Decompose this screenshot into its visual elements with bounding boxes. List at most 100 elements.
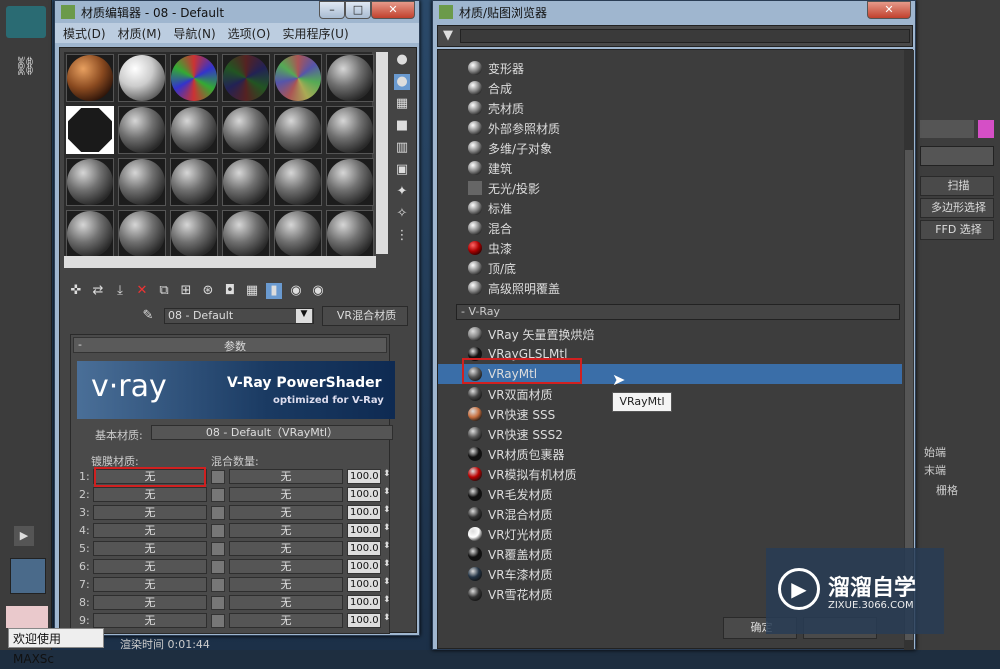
- poly-select-button[interactable]: 多边形选择: [920, 198, 994, 218]
- delete-icon[interactable]: ✕: [134, 283, 150, 299]
- make-preview-icon[interactable]: ▣: [394, 162, 410, 178]
- max-logo-icon[interactable]: [6, 6, 46, 38]
- sample-slot[interactable]: [274, 158, 322, 206]
- spinner-arrows-icon[interactable]: ⬍: [383, 559, 391, 569]
- blend-amount-spinner[interactable]: 100.0: [347, 559, 381, 574]
- put-to-scene-icon[interactable]: ⇄: [90, 283, 106, 299]
- sample-slot[interactable]: [326, 158, 374, 206]
- sample-slot[interactable]: [326, 210, 374, 258]
- grid-label[interactable]: 栅格: [936, 482, 958, 498]
- blend-map-button[interactable]: 无: [229, 613, 343, 628]
- make-unique-icon[interactable]: ⊞: [178, 283, 194, 299]
- material-type-item[interactable]: 顶/底: [438, 258, 902, 278]
- slots-vscrollbar[interactable]: [376, 52, 388, 254]
- coat-toggle-checkbox[interactable]: [211, 560, 225, 574]
- coat-material-button[interactable]: 无: [93, 577, 207, 592]
- menu-material[interactable]: 材质(M): [118, 25, 162, 42]
- options-icon[interactable]: ✦: [394, 184, 410, 200]
- sample-slot[interactable]: [170, 54, 218, 102]
- material-type-item[interactable]: 高级照明覆盖: [438, 278, 902, 298]
- spinner-arrows-icon[interactable]: ⬍: [383, 595, 391, 605]
- sample-slot[interactable]: [118, 158, 166, 206]
- browser-menu-icon[interactable]: ▼: [440, 28, 456, 44]
- sample-slot[interactable]: [274, 106, 322, 154]
- material-id-icon[interactable]: ◘: [222, 283, 238, 299]
- play-icon[interactable]: ▶: [14, 526, 34, 546]
- minimize-button[interactable]: –: [319, 1, 345, 19]
- coat-toggle-checkbox[interactable]: [211, 542, 225, 556]
- material-type-item[interactable]: 合成: [438, 78, 902, 98]
- blend-map-button[interactable]: 无: [229, 523, 343, 538]
- sample-slot[interactable]: [222, 54, 270, 102]
- sample-slot[interactable]: [222, 106, 270, 154]
- material-type-item[interactable]: 壳材质: [438, 98, 902, 118]
- scan-button[interactable]: 扫描: [920, 176, 994, 196]
- material-type-item[interactable]: 多维/子对象: [438, 138, 902, 158]
- coat-toggle-checkbox[interactable]: [211, 524, 225, 538]
- sample-slot[interactable]: [326, 106, 374, 154]
- material-type-item[interactable]: 标准: [438, 198, 902, 218]
- color-swatch-pink[interactable]: [978, 120, 994, 138]
- name-field[interactable]: [920, 120, 974, 138]
- backlight-icon[interactable]: ●: [394, 74, 410, 90]
- uv-tiling-icon[interactable]: ■: [394, 118, 410, 134]
- blend-amount-spinner[interactable]: 100.0: [347, 595, 381, 610]
- coat-toggle-checkbox[interactable]: [211, 488, 225, 502]
- coat-material-button[interactable]: 无: [93, 505, 207, 520]
- modifier-list[interactable]: [920, 146, 994, 166]
- rollout-header[interactable]: - 参数: [73, 337, 387, 353]
- material-type-button[interactable]: VR混合材质: [322, 306, 408, 326]
- material-type-item[interactable]: 建筑: [438, 158, 902, 178]
- sample-type-icon[interactable]: ●: [394, 52, 410, 68]
- close-button[interactable]: ✕: [371, 1, 415, 19]
- spinner-arrows-icon[interactable]: ⬍: [383, 487, 391, 497]
- sample-slot[interactable]: [66, 210, 114, 258]
- vray-material-item[interactable]: VRay 矢量置换烘焙: [438, 324, 902, 344]
- menu-utilities[interactable]: 实用程序(U): [282, 25, 348, 42]
- browser-close-button[interactable]: ✕: [867, 1, 911, 19]
- material-type-item[interactable]: 变形器: [438, 58, 902, 78]
- ffd-select-button[interactable]: FFD 选择: [920, 220, 994, 240]
- make-copy-icon[interactable]: ⧉: [156, 283, 172, 299]
- material-name-field[interactable]: 08 - Default: [164, 308, 314, 324]
- material-type-item[interactable]: 外部参照材质: [438, 118, 902, 138]
- coat-material-button[interactable]: 无: [93, 487, 207, 502]
- slots-hscrollbar[interactable]: [64, 256, 376, 268]
- coat-material-button[interactable]: 无: [93, 559, 207, 574]
- assign-to-selection-icon[interactable]: ⤓: [112, 283, 128, 299]
- coat-toggle-checkbox[interactable]: [211, 614, 225, 628]
- sample-slot[interactable]: [118, 54, 166, 102]
- show-map-icon[interactable]: ▦: [244, 283, 260, 299]
- vray-material-item[interactable]: VR快速 SSS2: [438, 424, 902, 444]
- spinner-arrows-icon[interactable]: ⬍: [383, 613, 391, 623]
- background-icon[interactable]: ▦: [394, 96, 410, 112]
- sample-slot[interactable]: [222, 210, 270, 258]
- sample-slot[interactable]: [274, 54, 322, 102]
- show-end-result-icon[interactable]: ▮: [266, 283, 282, 299]
- sample-slot[interactable]: [170, 158, 218, 206]
- sample-slot[interactable]: [326, 54, 374, 102]
- blend-map-button[interactable]: 无: [229, 541, 343, 556]
- spinner-arrows-icon[interactable]: ⬍: [383, 541, 391, 551]
- get-material-icon[interactable]: ✜: [68, 283, 84, 299]
- menu-mode[interactable]: 模式(D): [63, 25, 106, 42]
- menu-options[interactable]: 选项(O): [228, 25, 271, 42]
- maximize-button[interactable]: □: [345, 1, 371, 19]
- blend-amount-spinner[interactable]: 100.0: [347, 487, 381, 502]
- browser-titlebar[interactable]: 材质/贴图浏览器: [433, 1, 915, 23]
- material-type-item[interactable]: 混合: [438, 218, 902, 238]
- vray-material-item[interactable]: VR模拟有机材质: [438, 464, 902, 484]
- go-forward-sibling-icon[interactable]: ◉: [310, 283, 326, 299]
- base-material-button[interactable]: 08 - Default（VRayMtl）: [151, 425, 393, 440]
- viewport-layout-icon[interactable]: [10, 558, 46, 594]
- blend-map-button[interactable]: 无: [229, 487, 343, 502]
- coat-material-button[interactable]: 无: [93, 523, 207, 538]
- video-check-icon[interactable]: ▥: [394, 140, 410, 156]
- put-to-library-icon[interactable]: ⊛: [200, 283, 216, 299]
- select-by-material-icon[interactable]: ✧: [394, 206, 410, 222]
- vray-material-item[interactable]: VR混合材质: [438, 504, 902, 524]
- sample-slot[interactable]: [66, 158, 114, 206]
- go-to-parent-icon[interactable]: ◉: [288, 283, 304, 299]
- blend-amount-spinner[interactable]: 100.0: [347, 541, 381, 556]
- sample-slot-selected[interactable]: [66, 106, 114, 154]
